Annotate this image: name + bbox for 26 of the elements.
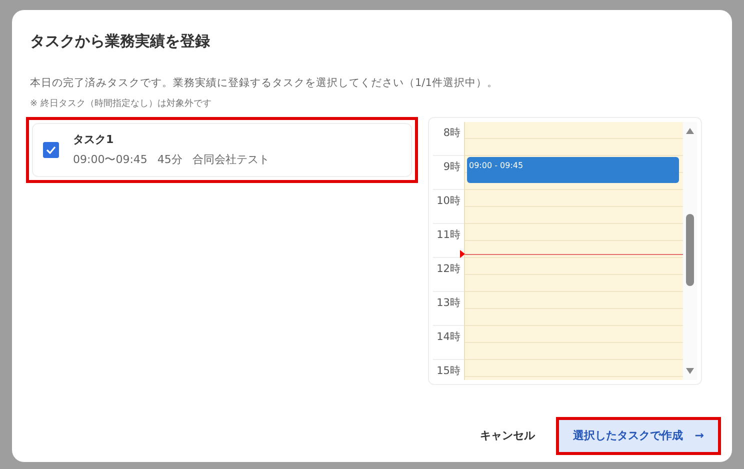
current-time-marker [460,250,465,258]
hour-label: 11時 [433,224,464,258]
description-text: 本日の完了済みタスクです。業務実績に登録するタスクを選択してください（1/1件選択中）。 [30,76,499,91]
scrollbar-thumb[interactable] [686,214,694,286]
check-icon [46,146,56,154]
arrow-icon: → [694,428,704,444]
calendar-event[interactable]: 09:00 - 09:45 [467,157,679,182]
checkbox[interactable] [43,142,59,158]
note-text: ※ 終日タスク（時間指定なし）は対象外です [30,98,212,111]
task-duration: 45分 [157,152,182,168]
task-time: 09:00〜09:45 [73,152,148,168]
task-client: 合同会社テスト [192,152,270,168]
scroll-down-icon[interactable] [686,368,694,374]
hour-label: 8時 [433,122,464,156]
task-title: タスク1 [73,132,115,148]
task-card[interactable]: タスク1 09:00〜09:45 45分 合同会社テスト [32,123,412,178]
hour-label: 10時 [433,190,464,224]
hour-label: 12時 [433,258,464,292]
cancel-button[interactable]: キャンセル [474,420,541,452]
hour-label: 15時 [433,360,464,380]
hour-label: 14時 [433,326,464,360]
hour-label: 9時 [433,156,464,190]
hour-label: 13時 [433,292,464,326]
scroll-up-icon[interactable] [686,128,694,134]
dialog-title: タスクから業務実績を登録 [30,32,211,50]
create-button[interactable]: 選択したタスクで作成 → [558,420,718,452]
